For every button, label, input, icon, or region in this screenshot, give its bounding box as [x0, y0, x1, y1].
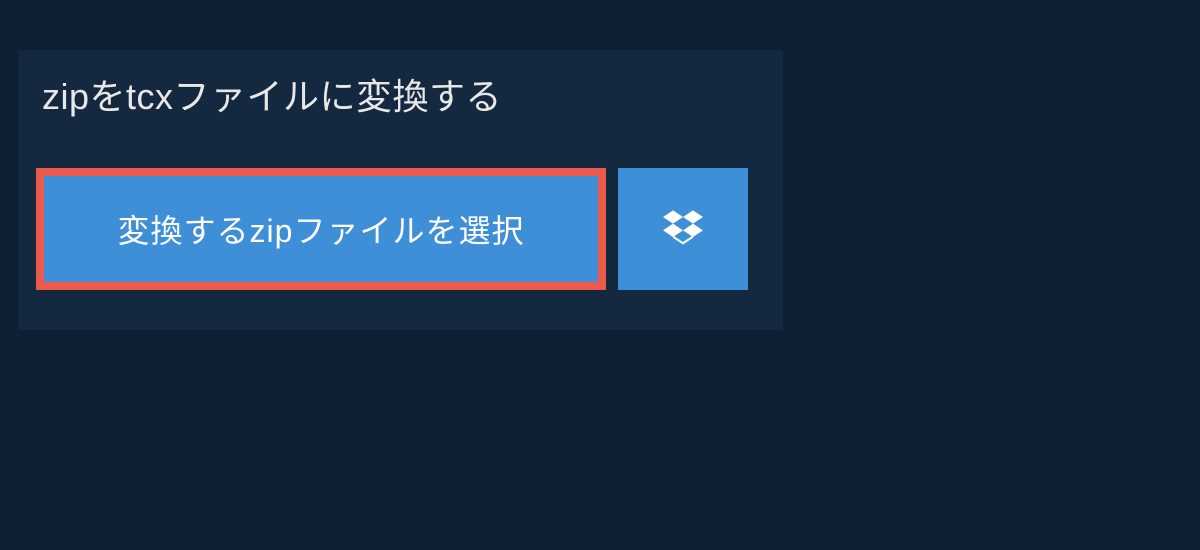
converter-panel: zipをtcxファイルに変換する 変換するzipファイルを選択	[18, 50, 783, 330]
page-title: zipをtcxファイルに変換する	[42, 68, 502, 120]
button-row: 変換するzipファイルを選択	[36, 168, 783, 290]
select-file-label: 変換するzipファイルを選択	[118, 206, 525, 252]
select-file-button[interactable]: 変換するzipファイルを選択	[36, 168, 606, 290]
dropbox-icon	[663, 207, 703, 252]
dropbox-button[interactable]	[618, 168, 748, 290]
heading-wrapper: zipをtcxファイルに変換する	[18, 50, 526, 138]
